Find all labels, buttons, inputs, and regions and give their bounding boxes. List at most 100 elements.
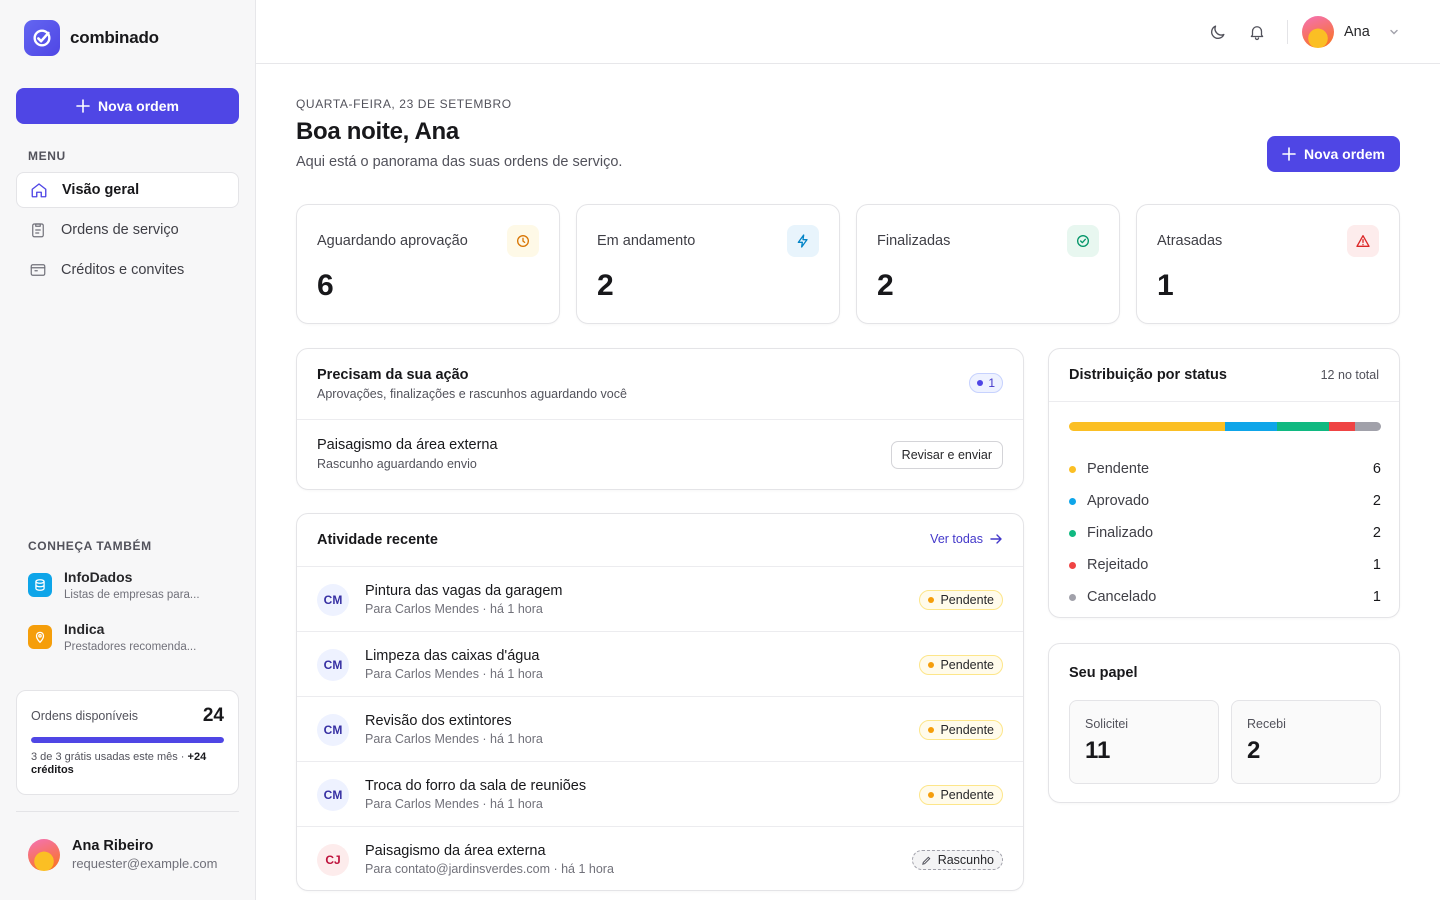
sidebar-item-service-orders[interactable]: Ordens de serviço [16, 212, 239, 248]
promo-description: Prestadores recomenda... [64, 641, 197, 653]
plus-icon [76, 99, 90, 113]
promo-infodados[interactable]: InfoDados Listas de empresas para... [28, 569, 228, 601]
action-required-card: Precisam da sua ação Aprovações, finaliz… [296, 348, 1024, 490]
distribution-title: Distribuição por status [1069, 367, 1227, 383]
stat-value: 1 [1157, 269, 1174, 302]
credits-card[interactable]: Ordens disponíveis 24 3 de 3 grátis usad… [16, 690, 239, 795]
action-card-subtitle: Aprovações, finalizações e rascunhos agu… [317, 387, 627, 401]
bell-icon[interactable] [1247, 22, 1267, 42]
user-profile[interactable]: Ana Ribeiro requester@example.com [28, 838, 217, 871]
legend-row: Aprovado 2 [1069, 485, 1381, 517]
legend-value: 2 [1372, 525, 1381, 541]
stat-title: Em andamento [597, 233, 696, 249]
role-value: 11 [1085, 737, 1111, 764]
activity-card-title: Atividade recente [317, 532, 438, 548]
sidebar-new-order-button[interactable]: Nova ordem [16, 88, 239, 124]
legend-label: Rejeitado [1087, 557, 1149, 573]
activity-row[interactable]: CJ Paisagismo da área externa Para contato… [297, 826, 1023, 890]
legend-dot [1069, 497, 1076, 505]
sidebar-item-credits[interactable]: Créditos e convites [16, 252, 239, 288]
status-label: Pendente [940, 723, 994, 737]
logo-icon [24, 20, 60, 56]
action-card-title: Precisam da sua ação [317, 367, 469, 383]
action-item-subtitle: Rascunho aguardando envio [317, 457, 477, 471]
activity-meta: Para contato@jardinsverdes.com · há 1 ho… [365, 862, 614, 876]
topbar-user-menu[interactable]: Ana [1302, 16, 1400, 48]
legend-value: 1 [1372, 557, 1381, 573]
legend-dot [1069, 529, 1076, 537]
activity-row[interactable]: CM Revisão dos extintores Para Carlos Mend… [297, 696, 1023, 761]
role-value: 2 [1247, 737, 1261, 764]
credits-progress-fill [31, 737, 224, 743]
promo-title: InfoDados [64, 569, 133, 585]
status-label: Rascunho [937, 853, 994, 867]
view-all-label: Ver todas [930, 532, 983, 546]
stat-card-awaiting-approval[interactable]: Aguardando aprovação 6 [296, 204, 560, 324]
alert-triangle-icon [1347, 225, 1379, 257]
discover-section-label: CONHEÇA TAMBÉM [28, 539, 152, 553]
map-pin-icon [28, 625, 52, 649]
promo-title: Indica [64, 621, 105, 637]
status-label: Pendente [940, 788, 994, 802]
topbar-separator [1287, 20, 1288, 44]
stat-card-finished[interactable]: Finalizadas 2 [856, 204, 1120, 324]
role-card-title: Seu papel [1069, 665, 1138, 681]
activity-meta: Para Carlos Mendes · há 1 hora [365, 602, 543, 616]
legend-row: Pendente 6 [1069, 453, 1381, 485]
chevron-down-icon [1390, 29, 1398, 35]
user-email: requester@example.com [72, 856, 218, 871]
role-label: Recebi [1247, 717, 1286, 731]
topbar-user-name: Ana [1344, 24, 1370, 40]
activity-meta: Para Carlos Mendes · há 1 hora [365, 732, 543, 746]
legend-row: Rejeitado 1 [1069, 549, 1381, 581]
pencil-icon [921, 856, 931, 865]
promo-description: Listas de empresas para... [64, 589, 200, 601]
status-dot [928, 727, 935, 733]
credits-label: Ordens disponíveis [31, 709, 139, 723]
current-date: QUARTA-FEIRA, 23 DE SETEMBRO [296, 97, 512, 111]
distribution-segment-cancelado [1355, 422, 1381, 431]
status-dot [928, 792, 935, 798]
legend-dot [1069, 593, 1076, 601]
legend-value: 2 [1372, 493, 1381, 509]
view-all-link[interactable]: Ver todas [930, 532, 1003, 546]
moon-icon[interactable] [1207, 22, 1227, 42]
credits-note-text: 3 de 3 grátis usadas este mês · [31, 751, 188, 763]
activity-row[interactable]: CM Troca do forro da sala de reuniões Para… [297, 761, 1023, 826]
activity-title: Revisão dos extintores [365, 713, 512, 729]
sidebar-divider [16, 811, 239, 812]
credits-note: 3 de 3 grátis usadas este mês · +24 créd… [31, 751, 224, 777]
initials-avatar: CM [317, 649, 349, 681]
clipboard-icon [32, 223, 44, 238]
status-badge: Pendente [919, 720, 1003, 740]
action-count-badge: 1 [969, 373, 1003, 393]
legend-value: 1 [1372, 589, 1381, 605]
distribution-segment-aprovado [1225, 422, 1277, 431]
divider [297, 419, 1023, 420]
bolt-icon [787, 225, 819, 257]
stat-value: 6 [317, 269, 334, 302]
activity-row[interactable]: CM Pintura das vagas da garagem Para Carlo… [297, 566, 1023, 631]
stat-card-late[interactable]: Atrasadas 1 [1136, 204, 1400, 324]
legend-value: 6 [1372, 461, 1381, 477]
review-and-send-button[interactable]: Revisar e enviar [890, 441, 1003, 469]
avatar [1302, 16, 1334, 48]
activity-meta: Para Carlos Mendes · há 1 hora [365, 797, 543, 811]
page-title: Boa noite, Ana [296, 118, 459, 145]
stat-value: 2 [597, 269, 614, 302]
legend-label: Aprovado [1087, 493, 1150, 509]
legend-label: Cancelado [1087, 589, 1157, 605]
new-order-button[interactable]: Nova ordem [1267, 136, 1400, 172]
credits-count: 24 [202, 705, 224, 726]
promo-indica[interactable]: Indica Prestadores recomenda... [28, 621, 228, 653]
sidebar-item-overview[interactable]: Visão geral [16, 172, 239, 208]
status-distribution-card: Distribuição por status 12 no total Pend… [1048, 348, 1400, 618]
topbar: Ana [256, 0, 1440, 64]
user-name: Ana Ribeiro [72, 838, 154, 854]
check-circle-icon [1067, 225, 1099, 257]
activity-row[interactable]: CM Limpeza das caixas d'água Para Carlos M… [297, 631, 1023, 696]
stat-card-in-progress[interactable]: Em andamento 2 [576, 204, 840, 324]
status-badge: Rascunho [911, 850, 1003, 870]
legend-dot [1069, 561, 1076, 569]
brand[interactable]: combinado [24, 20, 159, 56]
